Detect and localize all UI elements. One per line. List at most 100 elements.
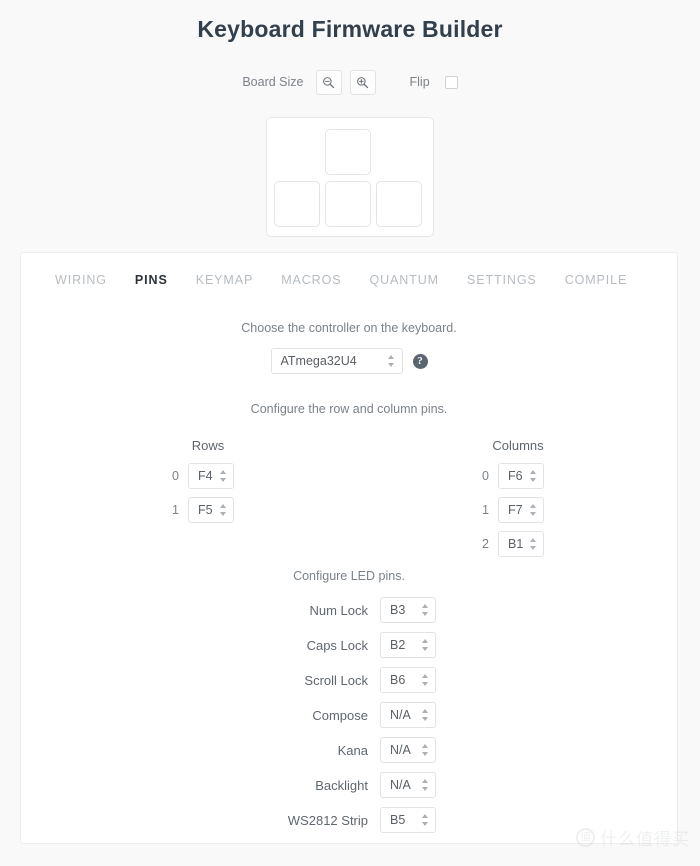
led-pin-select-value: N/A bbox=[390, 708, 411, 722]
led-list: Num Lock B3 Caps Lock B2 Scroll Lock B6 Compos… bbox=[21, 597, 677, 833]
board-toolbar: Board Size Flip bbox=[0, 69, 700, 95]
preview-key[interactable] bbox=[325, 129, 371, 175]
zoom-in-button[interactable] bbox=[349, 69, 376, 95]
controller-select[interactable]: ATmega32U4 bbox=[270, 348, 403, 374]
column-pin-select-value: F6 bbox=[508, 469, 523, 483]
controller-row: ATmega32U4 ? bbox=[21, 348, 677, 374]
preview-key[interactable] bbox=[325, 181, 371, 227]
preview-key[interactable] bbox=[274, 181, 320, 227]
row-pin-row: 1 F5 bbox=[169, 497, 247, 523]
help-icon[interactable]: ? bbox=[412, 353, 428, 369]
led-pin-select[interactable]: N/A bbox=[380, 772, 436, 798]
row-pin-select[interactable]: F4 bbox=[188, 463, 234, 489]
tab-wiring[interactable]: WIRING bbox=[41, 267, 121, 293]
column-pin-select-value: B1 bbox=[508, 537, 524, 551]
chevron-updown-icon bbox=[529, 470, 536, 482]
chevron-updown-icon bbox=[388, 355, 395, 367]
led-row: WS2812 Strip B5 bbox=[21, 807, 677, 833]
columns-group: Columns 0 F6 1 F7 2 B1 bbox=[479, 438, 557, 565]
row-pin-row: 0 F4 bbox=[169, 463, 247, 489]
column-pin-select-value: F7 bbox=[508, 503, 523, 517]
row-index-label: 0 bbox=[172, 469, 179, 483]
row-index-label: 1 bbox=[172, 503, 179, 517]
tab-macros[interactable]: MACROS bbox=[267, 267, 355, 293]
page-title: Keyboard Firmware Builder bbox=[197, 16, 503, 42]
keyboard-preview[interactable] bbox=[266, 117, 434, 237]
led-pin-select[interactable]: N/A bbox=[380, 737, 436, 763]
led-row: Scroll Lock B6 bbox=[21, 667, 677, 693]
rows-header: Rows bbox=[191, 438, 225, 453]
chevron-updown-icon bbox=[219, 470, 226, 482]
flip-checkbox[interactable] bbox=[444, 75, 458, 89]
led-label: Compose bbox=[312, 707, 368, 723]
led-pin-select[interactable]: N/A bbox=[380, 702, 436, 728]
led-label: Kana bbox=[337, 742, 368, 758]
tab-compile[interactable]: COMPILE bbox=[551, 267, 642, 293]
columns-header: Columns bbox=[492, 438, 544, 453]
controller-hint: Choose the controller on the keyboard. bbox=[241, 321, 457, 335]
magnifier-minus-icon bbox=[322, 76, 335, 89]
row-pin-select[interactable]: F5 bbox=[188, 497, 234, 523]
led-pin-select[interactable]: B3 bbox=[380, 597, 436, 623]
rows-list: 0 F4 1 F5 bbox=[169, 463, 247, 523]
led-row: Num Lock B3 bbox=[21, 597, 677, 623]
column-pin-select[interactable]: F7 bbox=[498, 497, 544, 523]
tab-quantum[interactable]: QUANTUM bbox=[355, 267, 453, 293]
tab-bar: WIRING PINS KEYMAP MACROS QUANTUM SETTINGS COM… bbox=[21, 253, 677, 293]
led-row: Backlight N/A bbox=[21, 772, 677, 798]
matrix-section: Rows 0 F4 1 F5 Columns 0 F6 1 F7 2 B1 bbox=[21, 438, 677, 563]
zoom-out-button[interactable] bbox=[315, 69, 342, 95]
led-pin-select-value: N/A bbox=[390, 778, 411, 792]
column-pin-row: 2 B1 bbox=[479, 531, 557, 557]
led-label: Backlight bbox=[315, 777, 368, 793]
led-row: Caps Lock B2 bbox=[21, 632, 677, 658]
led-pin-select[interactable]: B6 bbox=[380, 667, 436, 693]
chevron-updown-icon bbox=[421, 709, 428, 721]
app-root: Keyboard Firmware Builder Board Size Fli… bbox=[0, 0, 700, 866]
matrix-hint: Configure the row and column pins. bbox=[250, 402, 448, 416]
row-pin-select-value: F5 bbox=[198, 503, 213, 517]
led-label: Num Lock bbox=[309, 602, 368, 618]
controller-select-value: ATmega32U4 bbox=[280, 354, 357, 368]
led-label: WS2812 Strip bbox=[287, 812, 368, 828]
chevron-updown-icon bbox=[421, 814, 428, 826]
column-pin-row: 1 F7 bbox=[479, 497, 557, 523]
chevron-updown-icon bbox=[421, 604, 428, 616]
rows-group: Rows 0 F4 1 F5 bbox=[169, 438, 247, 531]
flip-label: Flip bbox=[409, 75, 430, 89]
led-pin-select-value: B5 bbox=[390, 813, 406, 827]
led-label: Scroll Lock bbox=[304, 672, 368, 688]
led-pin-select-value: B3 bbox=[390, 603, 406, 617]
column-pin-select[interactable]: F6 bbox=[498, 463, 544, 489]
column-pin-row: 0 F6 bbox=[479, 463, 557, 489]
led-row: Compose N/A bbox=[21, 702, 677, 728]
column-index-label: 0 bbox=[482, 469, 489, 483]
column-pin-select[interactable]: B1 bbox=[498, 531, 544, 557]
led-row: Kana N/A bbox=[21, 737, 677, 763]
led-pin-select-value: N/A bbox=[390, 743, 411, 757]
builder-panel: WIRING PINS KEYMAP MACROS QUANTUM SETTINGS COM… bbox=[20, 252, 678, 844]
chevron-updown-icon bbox=[421, 674, 428, 686]
tab-settings[interactable]: SETTINGS bbox=[453, 267, 551, 293]
led-pin-select-value: B6 bbox=[390, 673, 406, 687]
led-hint: Configure LED pins. bbox=[293, 569, 405, 583]
preview-key[interactable] bbox=[376, 181, 422, 227]
chevron-updown-icon bbox=[421, 779, 428, 791]
column-index-label: 1 bbox=[482, 503, 489, 517]
magnifier-plus-icon bbox=[356, 76, 369, 89]
led-label: Caps Lock bbox=[306, 637, 368, 653]
led-pin-select[interactable]: B5 bbox=[380, 807, 436, 833]
chevron-updown-icon bbox=[421, 744, 428, 756]
chevron-updown-icon bbox=[421, 639, 428, 651]
led-pin-select[interactable]: B2 bbox=[380, 632, 436, 658]
column-index-label: 2 bbox=[482, 537, 489, 551]
chevron-updown-icon bbox=[529, 504, 536, 516]
tab-pins[interactable]: PINS bbox=[121, 267, 182, 293]
chevron-updown-icon bbox=[529, 538, 536, 550]
board-size-label: Board Size bbox=[242, 75, 304, 89]
led-pin-select-value: B2 bbox=[390, 638, 406, 652]
chevron-updown-icon bbox=[219, 504, 226, 516]
columns-list: 0 F6 1 F7 2 B1 bbox=[479, 463, 557, 557]
tab-keymap[interactable]: KEYMAP bbox=[182, 267, 268, 293]
row-pin-select-value: F4 bbox=[198, 469, 213, 483]
